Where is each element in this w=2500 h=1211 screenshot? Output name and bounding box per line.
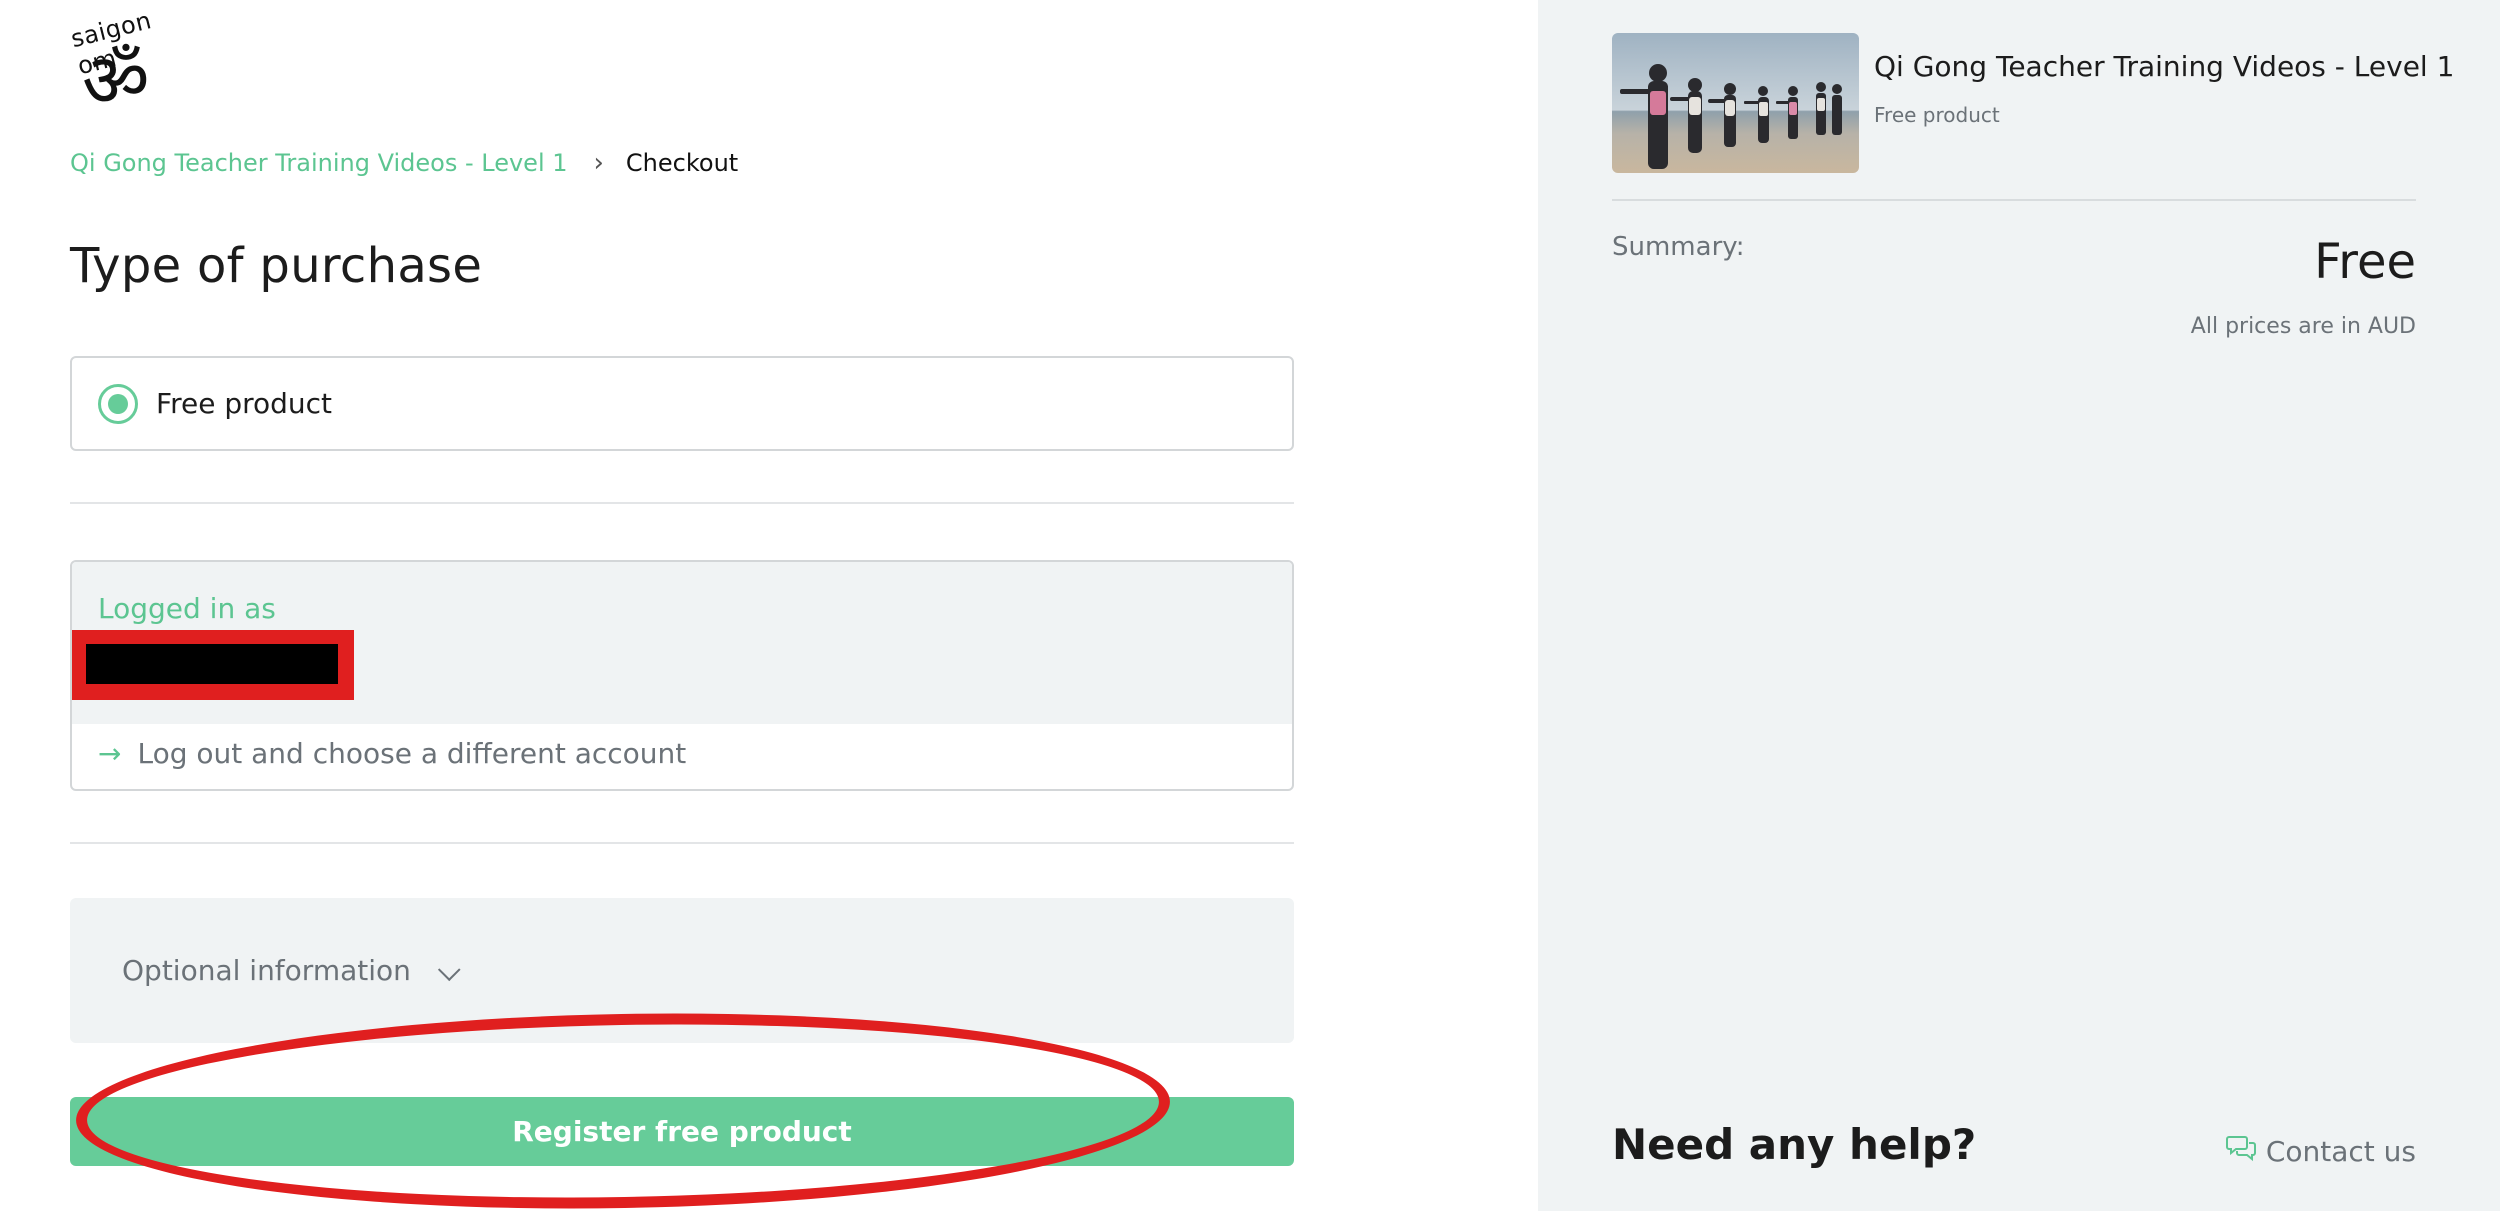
radio-dot <box>108 393 128 414</box>
redaction-bar <box>86 644 338 684</box>
purchase-option-label: Free product <box>156 387 333 420</box>
breadcrumb: Qi Gong Teacher Training Videos - Level … <box>70 148 738 178</box>
product-thumbnail <box>1612 33 1859 173</box>
optional-information-toggle[interactable]: Optional information <box>70 898 1294 1043</box>
chat-bubble-icon <box>2225 1134 2258 1169</box>
om-logo-icon: ॐ <box>82 38 150 124</box>
contact-us-link[interactable]: Contact us <box>2225 1134 2416 1169</box>
chevron-down-icon <box>437 957 461 981</box>
summary-label: Summary: <box>1612 232 1745 262</box>
breadcrumb-product-link[interactable]: Qi Gong Teacher Training Videos - Level … <box>70 149 568 177</box>
logged-in-label: Logged in as <box>98 592 276 625</box>
breadcrumb-current: Checkout <box>625 149 739 177</box>
currency-note: All prices are in AUD <box>2190 314 2416 339</box>
optional-information-label: Optional information <box>122 954 411 987</box>
purchase-option-free[interactable]: Free product <box>70 356 1294 451</box>
order-summary-sidebar: Qi Gong Teacher Training Videos - Level … <box>1538 0 2500 1211</box>
help-heading: Need any help? <box>1612 1120 1977 1169</box>
checkout-main: saigon om ॐ Qi Gong Teacher Training Vid… <box>0 0 1538 1211</box>
radio-selected-icon[interactable] <box>98 383 138 424</box>
contact-us-label: Contact us <box>2265 1135 2416 1168</box>
logout-label: Log out and choose a different account <box>137 737 687 770</box>
logout-link[interactable]: → Log out and choose a different account <box>98 737 686 770</box>
product-type: Free product <box>1874 103 2000 127</box>
account-header: Logged in as <box>72 562 1292 724</box>
register-free-product-button[interactable]: Register free product <box>70 1097 1294 1166</box>
product-name: Qi Gong Teacher Training Videos - Level … <box>1874 50 2455 83</box>
section-divider <box>70 502 1294 504</box>
section-divider <box>70 842 1294 844</box>
page-title: Type of purchase <box>70 238 483 294</box>
sidebar-divider <box>1612 199 2416 201</box>
redacted-email <box>72 630 354 700</box>
summary-price: Free <box>2314 234 2416 290</box>
saigon-om-logo[interactable]: saigon om ॐ <box>64 6 184 138</box>
account-box: Logged in as → Log out and choose a diff… <box>70 560 1294 791</box>
arrow-right-icon: → <box>98 737 122 770</box>
chevron-right-icon: › <box>593 148 604 178</box>
